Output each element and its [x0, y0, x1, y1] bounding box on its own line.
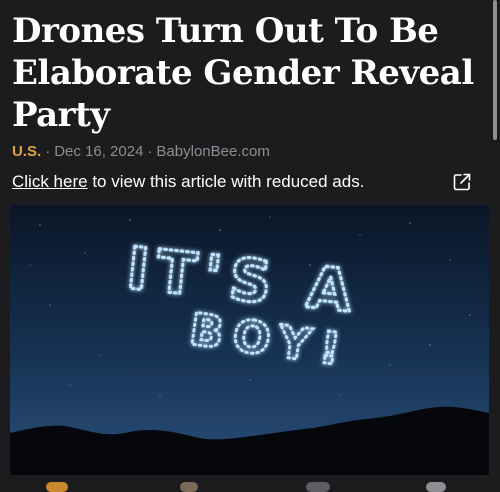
article-hero-image[interactable]: IT'S A BOY! [10, 205, 489, 475]
toolbar-icon-peek [306, 482, 330, 492]
article-headline: Drones Turn Out To Be Elaborate Gender R… [12, 11, 474, 135]
reduced-ads-link[interactable]: Click here [12, 172, 88, 191]
toolbar-icon-peek [46, 482, 68, 492]
meta-separator: · [147, 143, 153, 160]
article-header: Drones Turn Out To Be Elaborate Gender R… [12, 10, 490, 194]
meta-separator: · [45, 143, 51, 160]
article-date: Dec 16, 2024 [54, 143, 144, 160]
bottom-toolbar-peek [0, 478, 500, 492]
toolbar-icon-peek [426, 482, 446, 492]
reduced-ads-description: to view this article with reduced ads. [87, 172, 365, 191]
toolbar-icon-peek [180, 482, 198, 492]
scrollbar[interactable] [493, 0, 497, 140]
article-source: BabylonBee.com [156, 143, 270, 160]
night-sky-drone-illustration: IT'S A BOY! [10, 205, 489, 475]
external-link-icon[interactable] [452, 172, 472, 192]
article-meta: U.S. · Dec 16, 2024 · BabylonBee.com [12, 142, 490, 162]
category-link[interactable]: U.S. [12, 143, 41, 160]
reduced-ads-banner: Click here to view this article with red… [12, 170, 472, 194]
reduced-ads-text: Click here to view this article with red… [12, 170, 364, 194]
